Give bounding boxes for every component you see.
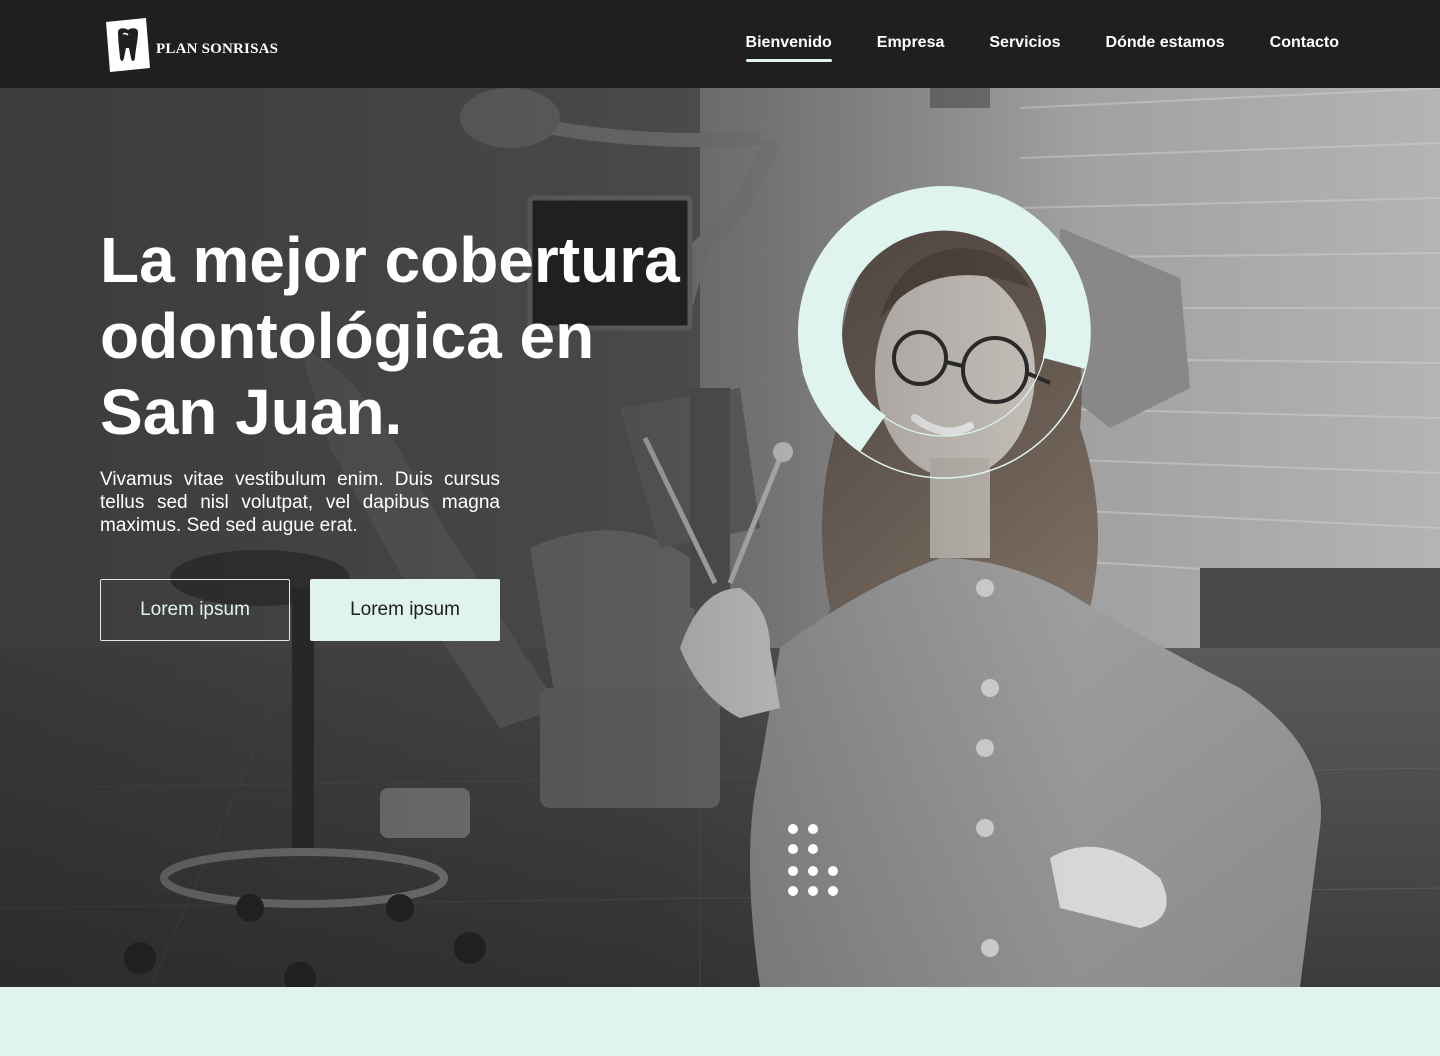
brand-name: PLAN SONRISAS <box>156 40 279 57</box>
next-section-band <box>0 987 1440 1056</box>
nav-item-contacto[interactable]: Contacto <box>1270 34 1339 60</box>
nav-item-donde-estamos[interactable]: Dónde estamos <box>1106 34 1225 60</box>
hero-section: La mejor cobertura odontológica en San J… <box>0 88 1440 987</box>
navbar: PLAN SONRISAS Bienvenido Empresa Servici… <box>0 0 1440 88</box>
primary-cta-button[interactable]: Lorem ipsum <box>310 579 500 641</box>
main-nav: Bienvenido Empresa Servicios Dónde estam… <box>745 34 1339 62</box>
nav-item-servicios[interactable]: Servicios <box>989 34 1060 60</box>
nav-item-bienvenido[interactable]: Bienvenido <box>745 34 833 62</box>
hero-description: Vivamus vitae vestibulum enim. Duis curs… <box>100 469 500 536</box>
tooth-logo-icon <box>106 18 150 72</box>
hero-title: La mejor cobertura odontológica en San J… <box>100 224 680 448</box>
secondary-cta-button[interactable]: Lorem ipsum <box>100 579 290 641</box>
decorative-ring-graphic <box>797 185 1091 479</box>
nav-item-empresa[interactable]: Empresa <box>877 34 945 60</box>
brand-logo[interactable]: PLAN SONRISAS <box>104 18 278 74</box>
decorative-dots-graphic <box>788 824 838 896</box>
